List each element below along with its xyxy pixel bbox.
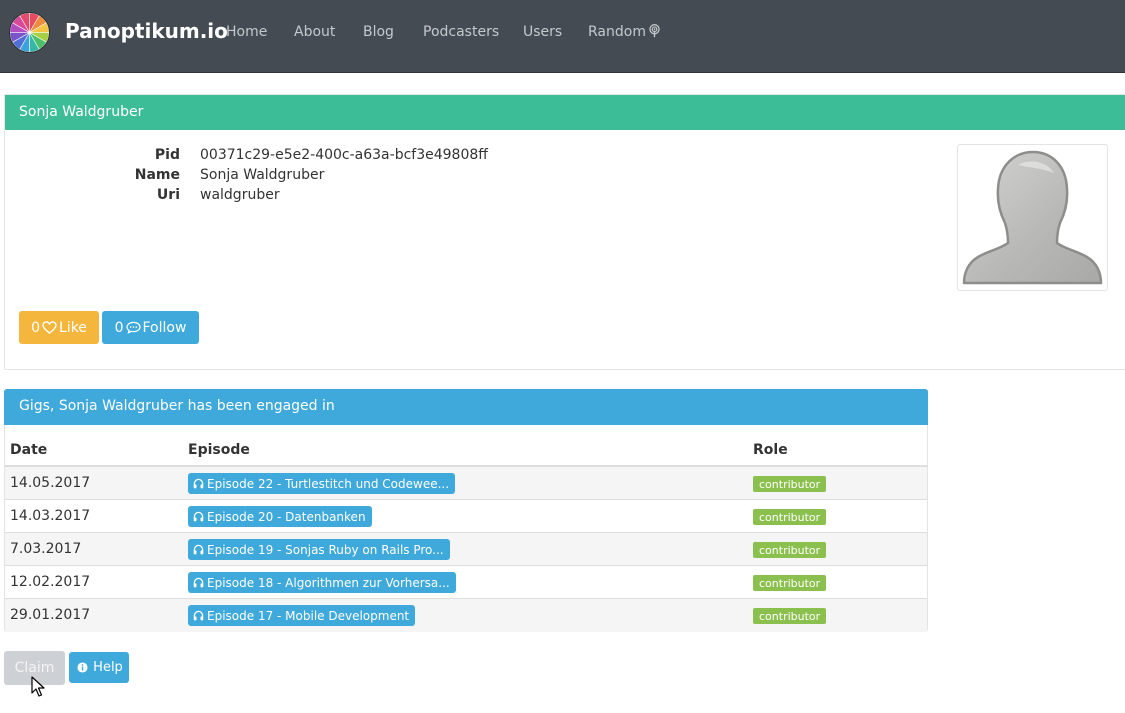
avatar bbox=[957, 144, 1108, 291]
gig-date: 14.03.2017 bbox=[10, 508, 91, 524]
nav-blog[interactable]: Blog bbox=[363, 24, 394, 40]
episode-title: Episode 18 - Algorithmen zur Vorhersa... bbox=[207, 575, 450, 590]
follow-count: 0 bbox=[114, 319, 124, 336]
episode-link[interactable]: Episode 22 - Turtlestitch und Codewee... bbox=[188, 473, 456, 494]
table-row: 12.02.2017 Episode 18 - Algorithmen zur … bbox=[5, 566, 927, 599]
headphones-icon bbox=[193, 544, 204, 555]
column-header-role: Role bbox=[753, 442, 788, 458]
profile-panel: Sonja Waldgruber Pid 00371c29-e5e2-400c-… bbox=[4, 94, 1125, 370]
table-row: 29.01.2017 Episode 17 - Mobile Developme… bbox=[5, 599, 927, 632]
uri-value: waldgruber bbox=[200, 187, 280, 203]
nav-podcasters[interactable]: Podcasters bbox=[423, 24, 499, 40]
role-badge: contributor bbox=[753, 476, 827, 492]
episode-title: Episode 17 - Mobile Development bbox=[207, 608, 410, 623]
role-badge: contributor bbox=[753, 509, 827, 525]
profile-title: Sonja Waldgruber bbox=[19, 104, 144, 120]
name-value: Sonja Waldgruber bbox=[200, 167, 325, 183]
nav-random-label: Random bbox=[588, 24, 646, 40]
nav-about[interactable]: About bbox=[294, 24, 335, 40]
episode-link[interactable]: Episode 19 - Sonjas Ruby on Rails Pro... bbox=[188, 539, 450, 560]
nav-users[interactable]: Users bbox=[523, 24, 562, 40]
table-row: 14.03.2017 Episode 20 - Datenbanken cont… bbox=[5, 500, 927, 533]
table-row: 14.05.2017 Episode 22 - Turtlestitch und… bbox=[5, 467, 927, 500]
pid-label: Pid bbox=[154, 147, 180, 163]
heart-icon bbox=[42, 321, 57, 334]
nav-home[interactable]: Home bbox=[226, 24, 267, 40]
name-label: Name bbox=[134, 167, 180, 183]
episode-link[interactable]: Episode 18 - Algorithmen zur Vorhersa... bbox=[188, 572, 456, 593]
episode-title: Episode 20 - Datenbanken bbox=[207, 509, 366, 524]
like-button[interactable]: 0 Like bbox=[19, 311, 99, 344]
headphones-icon bbox=[193, 610, 204, 621]
gigs-panel-header: Gigs, Sonja Waldgruber has been engaged … bbox=[4, 389, 928, 425]
episode-link[interactable]: Episode 20 - Datenbanken bbox=[188, 506, 372, 527]
info-circle-icon bbox=[77, 662, 88, 673]
uri-label: Uri bbox=[156, 187, 180, 203]
comment-icon bbox=[125, 321, 141, 334]
episode-title: Episode 22 - Turtlestitch und Codewee... bbox=[207, 476, 450, 491]
headphones-icon bbox=[193, 478, 204, 489]
help-button[interactable]: Help bbox=[69, 652, 129, 683]
gigs-panel: Gigs, Sonja Waldgruber has been engaged … bbox=[4, 389, 928, 632]
gig-date: 12.02.2017 bbox=[10, 574, 91, 590]
column-header-episode: Episode bbox=[188, 442, 250, 458]
follow-label: Follow bbox=[142, 319, 187, 336]
gig-date: 7.03.2017 bbox=[10, 541, 82, 557]
navbar: Panoptikum.io Home About Blog Podcasters… bbox=[0, 0, 1125, 73]
mouse-cursor-icon bbox=[31, 676, 45, 697]
profile-panel-header: Sonja Waldgruber bbox=[5, 95, 1125, 130]
gig-date: 29.01.2017 bbox=[10, 607, 91, 623]
brand-name[interactable]: Panoptikum.io bbox=[65, 19, 228, 43]
gig-date: 14.05.2017 bbox=[10, 475, 91, 491]
follow-button[interactable]: 0 Follow bbox=[102, 311, 199, 344]
like-label: Like bbox=[59, 319, 87, 336]
role-badge: contributor bbox=[753, 608, 827, 624]
headphones-icon bbox=[193, 577, 204, 588]
help-label: Help bbox=[93, 660, 123, 675]
episode-title: Episode 19 - Sonjas Ruby on Rails Pro... bbox=[207, 542, 444, 557]
pid-value: 00371c29-e5e2-400c-a63a-bcf3e49808ff bbox=[200, 147, 488, 163]
nav-random[interactable]: Random bbox=[588, 24, 661, 40]
gigs-title: Gigs, Sonja Waldgruber has been engaged … bbox=[19, 398, 335, 414]
episode-link[interactable]: Episode 17 - Mobile Development bbox=[188, 605, 416, 626]
headphones-icon bbox=[193, 511, 204, 522]
role-badge: contributor bbox=[753, 575, 827, 591]
color-wheel-logo[interactable] bbox=[9, 12, 50, 53]
role-badge: contributor bbox=[753, 542, 827, 558]
user-silhouette-icon bbox=[962, 150, 1103, 285]
table-row: 7.03.2017 Episode 19 - Sonjas Ruby on Ra… bbox=[5, 533, 927, 566]
column-header-date: Date bbox=[10, 442, 48, 458]
podcast-icon bbox=[649, 24, 660, 38]
like-count: 0 bbox=[31, 319, 40, 336]
